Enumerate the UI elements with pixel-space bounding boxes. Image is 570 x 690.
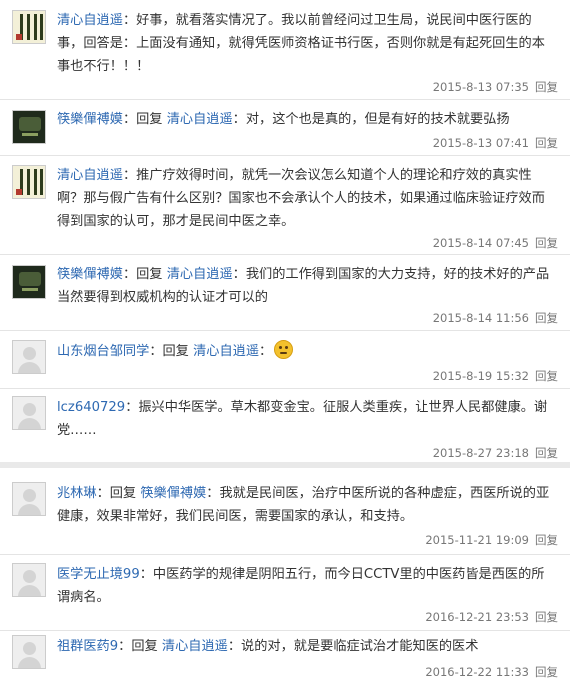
comment-item: 兆林琳：回复 筷樂僤禣嫫：我就是民间医，治疗中医所说的各种虚症，西医所说的亚健康… bbox=[0, 468, 570, 555]
reply-target-username[interactable]: 清心自逍遥 bbox=[167, 112, 233, 127]
comment-text: 祖群医药9：回复 清心自逍遥：说的对，就是要临症试治才能知医的医术 bbox=[57, 639, 479, 654]
reply-prefix: 回复 bbox=[131, 639, 158, 654]
comment-text: 筷樂僤禣嫫：回复 清心自逍遥：我们的工作得到国家的大力支持，好的技术好的产品当然… bbox=[57, 267, 550, 305]
reply-link[interactable]: 回复 bbox=[535, 80, 558, 94]
comment-item: 山东烟台邹同学：回复 清心自逍遥： 2015-8-19 15:32 回复 bbox=[0, 330, 570, 389]
default-avatar[interactable] bbox=[12, 563, 46, 597]
comment-meta: 2015-8-14 11:56 回复 bbox=[433, 310, 558, 326]
comment-timestamp: 2015-8-19 15:32 bbox=[432, 369, 529, 383]
comment-text: lcz640729：振兴中华医学。草木都变金宝。征服人类重疾，让世界人民都健康。… bbox=[57, 400, 548, 438]
comment-meta: 2016-12-21 23:53 回复 bbox=[425, 609, 558, 625]
comment-panel-bottom: 兆林琳：回复 筷樂僤禣嫫：我就是民间医，治疗中医所说的各种虚症，西医所说的亚健康… bbox=[0, 468, 570, 690]
reply-target-username[interactable]: 清心自逍遥 bbox=[193, 344, 259, 359]
grimace-emoji-icon bbox=[274, 340, 294, 359]
comment-username[interactable]: 清心自逍遥 bbox=[57, 168, 123, 183]
comment-meta: 2015-8-19 15:32 回复 bbox=[433, 368, 558, 384]
reply-target-username[interactable]: 筷樂僤禣嫫 bbox=[140, 486, 206, 501]
comment-username[interactable]: 山东烟台邹同学 bbox=[57, 344, 149, 359]
reply-link[interactable]: 回复 bbox=[535, 311, 558, 325]
comment-item: 清心自逍遥：好事，就看落实情况了。我以前曾经问过卫生局，说民间中医行医的事，回答… bbox=[0, 0, 570, 100]
comment-meta: 2015-11-21 19:09 回复 bbox=[425, 532, 558, 548]
comment-body: 说的对，就是要临症试治才能知医的医术 bbox=[241, 639, 479, 654]
comment-item: 祖群医药9：回复 清心自逍遥：说的对，就是要临症试治才能知医的医术 2016-1… bbox=[0, 630, 570, 690]
comment-timestamp: 2015-8-13 07:41 bbox=[432, 136, 529, 150]
comment-text: 兆林琳：回复 筷樂僤禣嫫：我就是民间医，治疗中医所说的各种虚症，西医所说的亚健康… bbox=[57, 486, 550, 524]
reply-prefix: 回复 bbox=[136, 267, 163, 282]
comment-username[interactable]: 清心自逍遥 bbox=[57, 13, 123, 28]
comment-username[interactable]: 医学无止境99 bbox=[57, 567, 140, 582]
reply-target-username[interactable]: 清心自逍遥 bbox=[162, 639, 228, 654]
comment-body: 对，这个也是真的，但是有好的技术就要弘扬 bbox=[245, 112, 510, 127]
calligraphy-avatar[interactable] bbox=[12, 10, 46, 44]
comment-meta: 2015-8-13 07:35 回复 bbox=[433, 79, 558, 95]
reply-prefix: 回复 bbox=[109, 486, 137, 501]
comment-meta: 2015-8-13 07:41 回复 bbox=[433, 135, 558, 151]
reply-target-username[interactable]: 清心自逍遥 bbox=[167, 267, 233, 282]
comment-item: 筷樂僤禣嫫：回复 清心自逍遥：对，这个也是真的，但是有好的技术就要弘扬 2015… bbox=[0, 99, 570, 156]
reply-link[interactable]: 回复 bbox=[535, 610, 558, 624]
comment-meta: 2015-8-27 23:18 回复 bbox=[433, 445, 558, 461]
comment-timestamp: 2015-8-13 07:35 bbox=[432, 80, 529, 94]
comment-username[interactable]: 筷樂僤禣嫫 bbox=[57, 112, 123, 127]
comment-username[interactable]: 兆林琳 bbox=[57, 486, 97, 501]
comment-timestamp: 2015-8-27 23:18 bbox=[432, 446, 529, 460]
comment-username[interactable]: 筷樂僤禣嫫 bbox=[57, 267, 123, 282]
default-avatar[interactable] bbox=[12, 482, 46, 516]
comment-item: 清心自逍遥：推广疗效得时间，就凭一次会议怎么知道个人的理论和疗效的真实性啊？那与… bbox=[0, 155, 570, 255]
reply-prefix: 回复 bbox=[136, 112, 163, 127]
comment-timestamp: 2015-8-14 11:56 bbox=[432, 311, 529, 325]
reply-link[interactable]: 回复 bbox=[535, 665, 558, 679]
comment-timestamp: 2016-12-21 23:53 bbox=[425, 610, 529, 624]
comment-timestamp: 2016-12-22 11:33 bbox=[425, 665, 529, 679]
comment-text: 清心自逍遥：推广疗效得时间，就凭一次会议怎么知道个人的理论和疗效的真实性啊？那与… bbox=[57, 168, 545, 229]
comment-username[interactable]: lcz640729 bbox=[57, 400, 125, 415]
reply-link[interactable]: 回复 bbox=[535, 369, 558, 383]
comment-username[interactable]: 祖群医药9 bbox=[57, 639, 118, 654]
comment-item: 医学无止境99：中医药学的规律是阴阳五行，而今日CCTV里的中医药皆是西医的所谓… bbox=[0, 554, 570, 631]
reply-link[interactable]: 回复 bbox=[535, 136, 558, 150]
comment-text: 清心自逍遥：好事，就看落实情况了。我以前曾经问过卫生局，说民间中医行医的事，回答… bbox=[57, 13, 545, 74]
comment-meta: 2016-12-22 11:33 回复 bbox=[425, 664, 558, 680]
comment-timestamp: 2015-11-21 19:09 bbox=[425, 533, 529, 547]
default-avatar[interactable] bbox=[12, 635, 46, 669]
comment-item: 筷樂僤禣嫫：回复 清心自逍遥：我们的工作得到国家的大力支持，好的技术好的产品当然… bbox=[0, 254, 570, 331]
reply-link[interactable]: 回复 bbox=[535, 446, 558, 460]
reply-prefix: 回复 bbox=[162, 344, 189, 359]
dark-avatar[interactable] bbox=[12, 110, 46, 144]
dark-avatar[interactable] bbox=[12, 265, 46, 299]
comment-item: lcz640729：振兴中华医学。草木都变金宝。征服人类重疾，让世界人民都健康。… bbox=[0, 388, 570, 462]
comment-text: 筷樂僤禣嫫：回复 清心自逍遥：对，这个也是真的，但是有好的技术就要弘扬 bbox=[57, 112, 510, 127]
comment-text: 山东烟台邹同学：回复 清心自逍遥： bbox=[57, 340, 557, 363]
calligraphy-avatar[interactable] bbox=[12, 165, 46, 199]
comment-panel-top: 清心自逍遥：好事，就看落实情况了。我以前曾经问过卫生局，说民间中医行医的事，回答… bbox=[0, 0, 570, 462]
comment-text: 医学无止境99：中医药学的规律是阴阳五行，而今日CCTV里的中医药皆是西医的所谓… bbox=[57, 567, 545, 605]
reply-link[interactable]: 回复 bbox=[535, 236, 558, 250]
comment-timestamp: 2015-8-14 07:45 bbox=[432, 236, 529, 250]
default-avatar[interactable] bbox=[12, 396, 46, 430]
comment-meta: 2015-8-14 07:45 回复 bbox=[433, 235, 558, 251]
reply-link[interactable]: 回复 bbox=[535, 533, 558, 547]
default-avatar[interactable] bbox=[12, 340, 46, 374]
